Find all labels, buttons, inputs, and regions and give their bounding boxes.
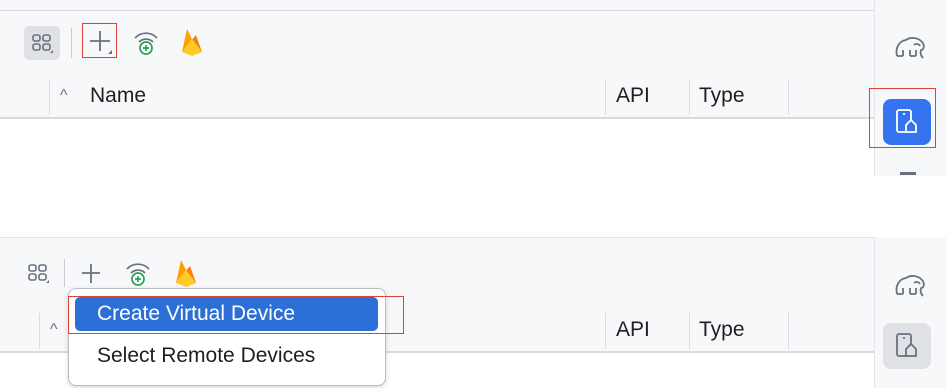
gradle-tool-button[interactable] <box>887 27 933 69</box>
column-separator <box>49 79 50 115</box>
column-type[interactable]: Type <box>699 309 745 351</box>
highlight-create-virtual-device <box>68 296 404 334</box>
strip-next-item <box>900 172 916 175</box>
device-grid-icon <box>28 264 49 283</box>
column-separator <box>689 79 690 115</box>
toolbar-separator <box>71 28 72 58</box>
toolbar-separator <box>64 259 65 287</box>
highlight-add-button <box>82 23 117 58</box>
bottom-side-strip <box>874 237 946 388</box>
firebase-icon <box>182 29 202 56</box>
device-table-body <box>0 119 874 176</box>
add-icon <box>82 264 100 283</box>
column-separator <box>788 313 789 349</box>
gradle-elephant-icon <box>895 275 925 297</box>
gradle-elephant-icon <box>895 37 925 59</box>
column-separator <box>605 313 606 349</box>
device-grid-icon <box>32 34 53 53</box>
sort-ascending-icon[interactable]: ^ <box>50 309 58 351</box>
pair-wifi-button[interactable] <box>130 26 162 58</box>
column-name[interactable]: Name <box>90 75 146 117</box>
device-grid-button[interactable] <box>22 257 54 289</box>
top-divider <box>0 10 874 11</box>
top-divider <box>0 237 874 238</box>
sort-ascending-icon[interactable]: ^ <box>60 75 68 117</box>
column-api[interactable]: API <box>616 309 650 351</box>
device-table-header: ^ Name API Type <box>0 75 874 119</box>
firebase-icon <box>176 260 196 287</box>
device-manager-icon <box>896 333 917 357</box>
wifi-pair-icon <box>126 263 150 286</box>
highlight-device-manager <box>869 88 936 148</box>
column-separator <box>605 79 606 115</box>
device-manager-button[interactable] <box>883 323 931 369</box>
wifi-pair-icon <box>134 32 158 55</box>
column-separator <box>689 313 690 349</box>
menu-item-select-remote-devices[interactable]: Select Remote Devices <box>75 339 378 373</box>
column-separator <box>788 79 789 115</box>
add-device-button[interactable] <box>76 259 106 289</box>
column-type[interactable]: Type <box>699 75 745 117</box>
column-separator <box>39 313 40 349</box>
column-api[interactable]: API <box>616 75 650 117</box>
gradle-tool-button[interactable] <box>887 265 933 307</box>
firebase-button[interactable] <box>176 24 208 60</box>
top-panel: ^ Name API Type <box>0 0 874 176</box>
pair-wifi-button[interactable] <box>122 257 154 289</box>
firebase-button[interactable] <box>170 255 202 291</box>
device-grid-button[interactable] <box>24 26 60 60</box>
